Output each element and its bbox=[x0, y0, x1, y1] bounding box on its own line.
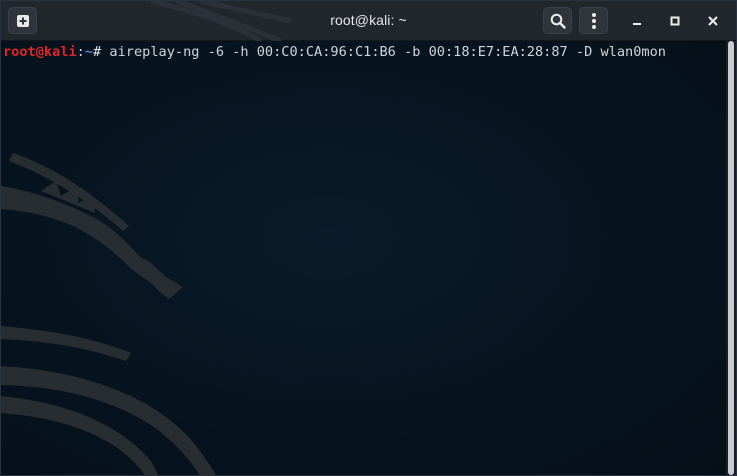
minimize-button[interactable] bbox=[623, 7, 650, 34]
command-line: root@kali:~# aireplay-ng -6 -h 00:C0:CA:… bbox=[3, 43, 725, 62]
search-icon bbox=[550, 13, 566, 29]
prompt-colon: : bbox=[76, 44, 85, 60]
close-icon bbox=[707, 15, 718, 26]
prompt-user-host: root@kali bbox=[3, 44, 77, 60]
maximize-button[interactable] bbox=[661, 7, 688, 34]
terminal-window: root@kali: ~ root@kali:~# aireplay-ng -6… bbox=[0, 0, 737, 476]
vertical-scrollbar[interactable] bbox=[726, 41, 736, 475]
command-text: aireplay-ng -6 -h 00:C0:CA:96:C1:B6 -b 0… bbox=[109, 44, 666, 60]
search-button[interactable] bbox=[543, 7, 572, 34]
kebab-menu-icon bbox=[591, 12, 596, 29]
prompt-path: ~ bbox=[84, 44, 94, 60]
terminal-area[interactable]: root@kali:~# aireplay-ng -6 -h 00:C0:CA:… bbox=[1, 41, 728, 475]
menu-button[interactable] bbox=[579, 7, 608, 34]
title-bar[interactable]: root@kali: ~ bbox=[1, 1, 736, 41]
prompt-symbol: # bbox=[93, 44, 110, 60]
minimize-icon bbox=[632, 22, 641, 25]
scrollbar-thumb[interactable] bbox=[728, 41, 734, 475]
kali-dragon-watermark bbox=[1, 153, 216, 475]
maximize-icon bbox=[670, 16, 679, 25]
close-button[interactable] bbox=[699, 7, 726, 34]
